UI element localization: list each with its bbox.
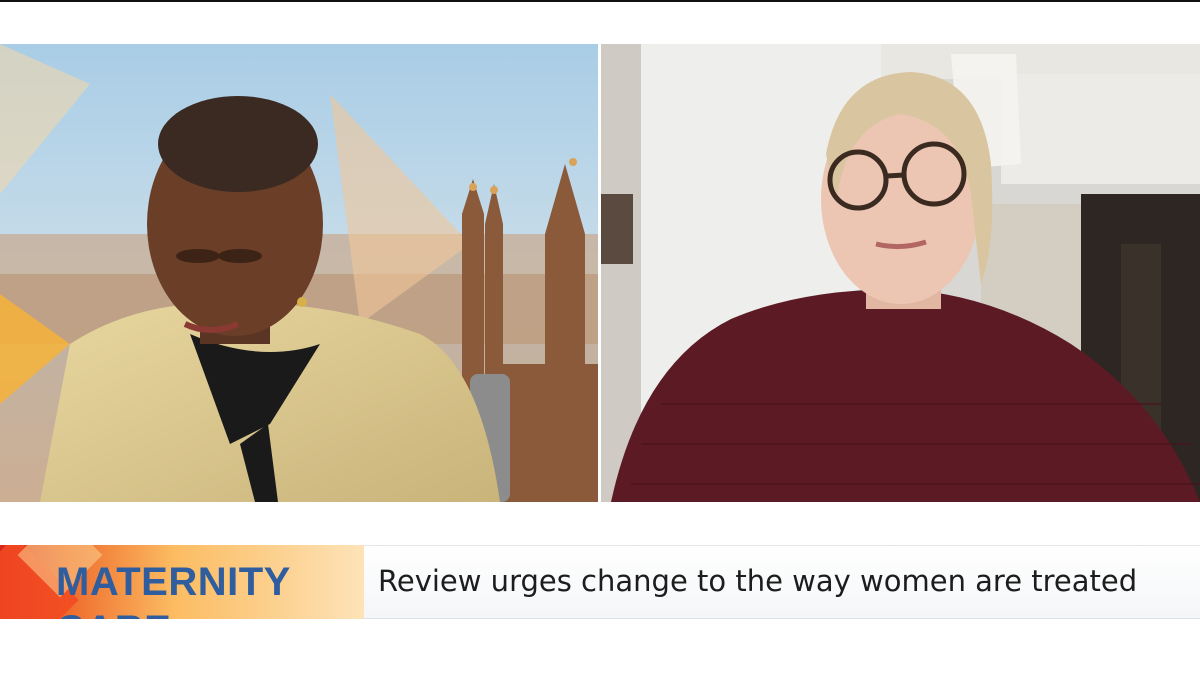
video-panel-remote [601,44,1200,502]
headline-box: Review urges change to the way women are… [364,545,1200,619]
topic-label: MATERNITY CARE [56,560,291,619]
top-divider [0,0,1200,2]
topic-label-box: MATERNITY CARE [0,545,364,619]
video-panel-studio [0,44,598,502]
lower-third: MATERNITY CARE Review urges change to th… [0,545,1200,619]
remote-scene [601,44,1200,502]
headline-text: Review urges change to the way women are… [378,564,1138,598]
studio-scene [0,44,598,502]
